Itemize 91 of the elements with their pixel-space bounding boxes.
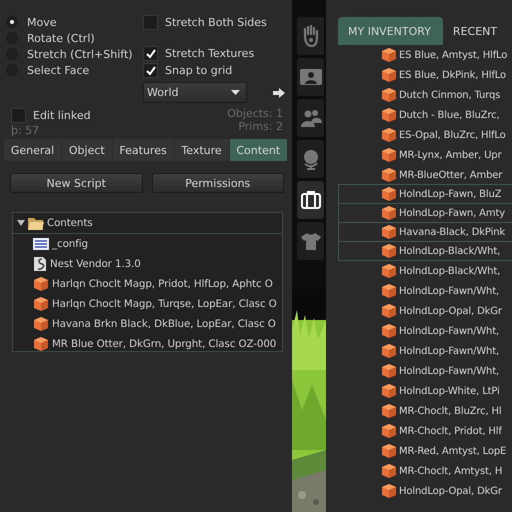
cube-icon xyxy=(33,276,49,292)
inventory-item[interactable]: HolndLop-Fawn, BluZ xyxy=(338,184,512,204)
radio-label: Move xyxy=(27,16,56,28)
cube-icon xyxy=(381,403,397,419)
inventory-item[interactable]: MR-Choclt, Pridot, Hlf xyxy=(338,421,512,441)
people-icon xyxy=(300,109,322,127)
inventory-item[interactable]: MR-Red, Amtyst, LopE xyxy=(338,441,512,461)
cube-icon xyxy=(33,296,49,312)
content-item[interactable]: Havana Brkn Black, DkBlue, LopEar, Clasc O xyxy=(52,318,276,330)
cube-icon xyxy=(381,463,397,479)
tab[interactable]: Texture xyxy=(174,139,230,161)
inventory-item[interactable]: MR-Choclt, BluZrc, Hl xyxy=(338,401,512,421)
code-note: þ: 57 xyxy=(11,124,40,137)
inventory-item[interactable]: Dutch Cinmon, Turqs xyxy=(338,85,512,105)
tab[interactable]: Features xyxy=(112,139,175,161)
inventory-item[interactable]: HolndLop-Opal, DkGr xyxy=(338,481,512,501)
cube-icon xyxy=(381,87,397,103)
cube-icon xyxy=(381,186,397,202)
shirt-icon xyxy=(300,232,322,250)
inventory-tab[interactable]: RECENT xyxy=(442,17,510,45)
grid-dropdown[interactable]: World xyxy=(143,82,247,103)
inventory-item[interactable]: HolndLop-Black/Wht, xyxy=(338,241,512,261)
content-item[interactable]: MR Blue Otter, DkGrn, Uprght, Clasc OZ-000 xyxy=(52,338,276,350)
cube-icon xyxy=(381,127,397,143)
cube-icon xyxy=(381,363,397,379)
checkbox-label: Stretch Textures xyxy=(165,47,254,60)
cube-icon xyxy=(381,343,397,359)
script-icon xyxy=(33,256,47,272)
inventory-item[interactable]: HolndLop-Fawn/Wht, xyxy=(338,341,512,361)
arrow-icon[interactable] xyxy=(273,88,285,98)
inventory-item[interactable]: HolndLop-Fawn/Wht, xyxy=(338,281,512,301)
cube-icon xyxy=(381,147,397,163)
cube-icon xyxy=(381,383,397,399)
sidebar-button[interactable] xyxy=(297,181,324,219)
folder-label[interactable]: Contents xyxy=(47,217,93,229)
inventory-item[interactable]: ES Blue, Amtyst, HlfLo xyxy=(338,45,512,65)
inventory-item[interactable]: MR-BlueOtter, Amber xyxy=(338,165,512,185)
inventory-item[interactable]: Dutch - Blue, BluZrc, xyxy=(338,105,512,125)
cube-icon xyxy=(381,47,397,63)
cube-icon xyxy=(381,423,397,439)
content-item[interactable]: Nest Vendor 1.3.0 xyxy=(50,258,141,270)
hand-icon xyxy=(302,25,318,47)
notecard-icon xyxy=(33,238,49,250)
content-item[interactable]: Harlqn Choclt Magp, Pridot, HlfLop, Aphtc O xyxy=(52,278,273,290)
inventory-item[interactable]: ES-Opal, BluZrc, HlfLo xyxy=(338,125,512,145)
inventory-item[interactable]: MR-Lynx, Amber, Upr xyxy=(338,145,512,165)
radio-label: Select Face xyxy=(27,64,90,76)
cube-icon xyxy=(381,443,397,459)
checkbox[interactable] xyxy=(11,108,26,123)
action-button[interactable]: New Script xyxy=(10,173,142,193)
prims-count: Prims: 2 xyxy=(238,120,283,133)
cube-icon xyxy=(381,107,397,123)
cube-icon xyxy=(381,224,397,240)
inventory-item[interactable]: ES Blue, DkPink, HlfLo xyxy=(338,65,512,85)
cube-icon xyxy=(33,336,49,351)
checkbox[interactable] xyxy=(143,46,158,61)
radio-label: Stretch (Ctrl+Shift) xyxy=(27,48,133,60)
tab[interactable]: Content xyxy=(230,139,288,161)
radio-label: Rotate (Ctrl) xyxy=(27,32,95,44)
cube-icon xyxy=(381,323,397,339)
checkbox[interactable] xyxy=(143,63,158,78)
checkbox[interactable] xyxy=(143,15,158,30)
cube-icon xyxy=(381,263,397,279)
cube-icon xyxy=(381,167,397,183)
content-item[interactable]: Harlqn Choclt Magp, Turqse, LopEar, Clasc O xyxy=(52,298,277,310)
checkbox-label: Stretch Both Sides xyxy=(165,16,267,29)
cube-icon xyxy=(381,243,397,259)
cube-icon xyxy=(381,483,397,499)
inventory-item[interactable]: HolndLop-Fawn/Wht, xyxy=(338,361,512,381)
objects-count: Objects: 1 xyxy=(227,107,283,120)
cube-icon xyxy=(33,316,49,332)
action-button[interactable]: Permissions xyxy=(152,173,284,193)
cube-icon xyxy=(381,205,397,221)
inventory-item[interactable]: HolndLop-Opal, DkGr xyxy=(338,301,512,321)
inventory-item[interactable]: HolndLop-White, LtPi xyxy=(338,381,512,401)
suitcase-icon xyxy=(300,191,320,209)
profile-card-icon xyxy=(300,69,322,85)
folder-icon xyxy=(28,216,44,230)
checkbox-label: Snap to grid xyxy=(165,64,232,77)
caret-icon xyxy=(231,90,240,95)
radio-button[interactable] xyxy=(6,16,18,28)
cube-icon xyxy=(381,303,397,319)
inventory-item[interactable]: MR-Choclt, Amtyst, H xyxy=(338,461,512,481)
inventory-tab[interactable]: MY INVENTORY xyxy=(338,17,443,45)
expand-arrow-icon[interactable] xyxy=(17,220,25,226)
content-item[interactable]: _config xyxy=(52,238,88,250)
cube-icon xyxy=(381,67,397,83)
checkbox-label: Edit linked xyxy=(33,109,91,122)
inventory-item[interactable]: HolndLop-Fawn/Wht, xyxy=(338,321,512,341)
cube-icon xyxy=(381,283,397,299)
inventory-item[interactable]: HolndLop-Black/Wht, xyxy=(338,261,512,281)
